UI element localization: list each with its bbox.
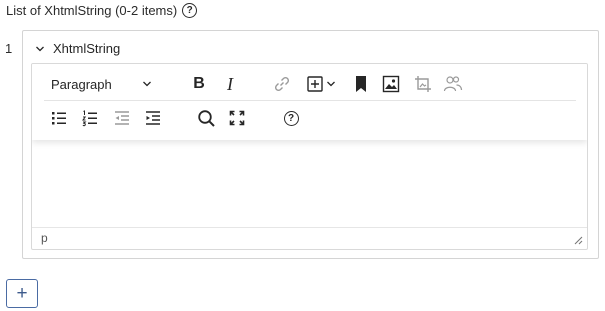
- help-icon: ?: [283, 110, 299, 126]
- fullscreen-icon: [229, 110, 245, 126]
- bullet-list-button[interactable]: [46, 105, 72, 131]
- search-icon: [197, 109, 215, 127]
- bookmark-icon: [356, 76, 366, 92]
- toolbar-divider: [44, 100, 576, 101]
- numbered-list-icon: [82, 110, 97, 127]
- editor-toolbar: Paragraph B I ?: [32, 64, 587, 140]
- fullscreen-button[interactable]: [224, 105, 250, 131]
- italic-icon: I: [227, 73, 233, 94]
- outdent-icon: [115, 111, 129, 125]
- indent-icon: [146, 111, 160, 125]
- chevron-down-icon: [143, 81, 151, 87]
- help-icon[interactable]: ?: [182, 3, 198, 18]
- rich-text-editor: Paragraph B I ? p: [31, 63, 588, 250]
- italic-button[interactable]: I: [217, 71, 243, 97]
- editor-statusbar: p: [32, 227, 587, 249]
- personalization-icon: [443, 76, 463, 92]
- personalization-button[interactable]: [440, 71, 466, 97]
- insert-dropdown-button[interactable]: [324, 71, 338, 97]
- bold-icon: B: [193, 75, 205, 92]
- chevron-down-icon[interactable]: [35, 44, 45, 54]
- item-header-label: XhtmlString: [53, 41, 121, 56]
- search-button[interactable]: [193, 105, 219, 131]
- bullet-list-icon: [52, 112, 66, 125]
- image-crop-button[interactable]: [410, 71, 436, 97]
- resize-handle-icon[interactable]: [574, 236, 583, 245]
- list-title: List of XhtmlString (0-2 items) ?: [6, 3, 198, 18]
- add-item-button[interactable]: +: [6, 279, 38, 308]
- list-title-label: List of XhtmlString (0-2 items): [6, 3, 178, 18]
- help-button[interactable]: ?: [278, 105, 304, 131]
- bookmark-button[interactable]: [348, 71, 374, 97]
- outdent-button[interactable]: [109, 105, 135, 131]
- indent-button[interactable]: [140, 105, 166, 131]
- block-format-value: Paragraph: [51, 76, 112, 92]
- link-button[interactable]: [269, 71, 295, 97]
- image-button[interactable]: [378, 71, 404, 97]
- insert-icon: [307, 76, 323, 92]
- image-icon: [382, 75, 400, 93]
- item-index: 1: [5, 41, 13, 56]
- link-icon: [274, 76, 290, 92]
- element-path[interactable]: p: [41, 231, 48, 245]
- item-header[interactable]: XhtmlString: [35, 41, 120, 56]
- chevron-down-icon: [327, 81, 335, 87]
- block-format-select[interactable]: Paragraph: [45, 71, 158, 97]
- numbered-list-button[interactable]: [77, 105, 103, 131]
- image-crop-icon: [415, 76, 431, 92]
- bold-button[interactable]: B: [186, 71, 212, 97]
